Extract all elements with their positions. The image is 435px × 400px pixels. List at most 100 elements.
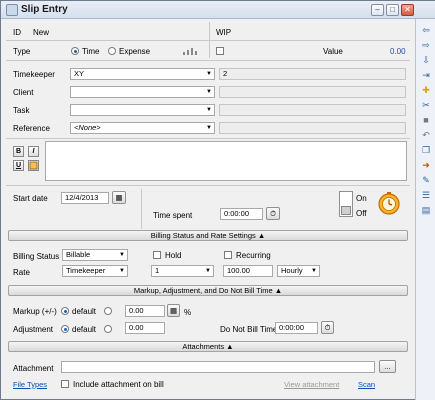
chevron-down-icon: ▼ <box>119 252 125 258</box>
file-types-link[interactable]: File Types <box>13 380 47 389</box>
scan-link[interactable]: Scan <box>358 380 375 389</box>
hold-label: Hold <box>165 251 182 260</box>
markup-default-radio[interactable] <box>61 307 69 315</box>
dnb-label: Do Not Bill Time <box>220 325 278 334</box>
recurring-checkbox[interactable] <box>224 251 232 259</box>
type-expense-label: Expense <box>119 47 151 56</box>
markup-default-label: default <box>72 307 97 316</box>
attachments-section-title: Attachments <box>182 342 225 351</box>
wip-label: WIP <box>216 28 232 37</box>
value-label: Value <box>323 47 343 56</box>
attachment-input[interactable] <box>61 361 375 373</box>
time-spent-input[interactable]: 0:00:00 <box>220 208 263 220</box>
hold-checkbox[interactable] <box>153 251 161 259</box>
adjustment-label: Adjustment <box>13 325 54 334</box>
chart-icon[interactable] <box>181 46 203 56</box>
client-combo[interactable]: ▼ <box>70 86 215 98</box>
reference-name-field <box>219 122 406 134</box>
stop-icon[interactable]: ■ <box>420 115 432 125</box>
task-label: Task <box>13 106 30 115</box>
wip-checkbox[interactable] <box>216 47 224 55</box>
header-divider <box>6 40 410 41</box>
timer-button[interactable]: ⏱ <box>266 207 280 220</box>
rate-amount-input[interactable]: 100.00 <box>223 265 273 277</box>
close-button[interactable]: ✕ <box>401 4 414 16</box>
maximize-button[interactable]: □ <box>386 4 399 16</box>
list-icon[interactable]: ☰ <box>420 190 432 200</box>
next-arrow-icon[interactable]: ⇩ <box>420 55 432 65</box>
adjustment-default-radio[interactable] <box>61 325 69 333</box>
minimize-button[interactable]: ‒ <box>371 4 384 16</box>
edit-icon[interactable]: ✎ <box>420 175 432 185</box>
header-vdivider <box>209 22 210 58</box>
copy-icon[interactable]: ❐ <box>420 145 432 155</box>
app-icon <box>6 4 18 16</box>
on-label: On <box>356 194 367 203</box>
start-date-input[interactable]: 12/4/2013 <box>61 192 109 204</box>
adjustment-default-label: default <box>72 325 97 334</box>
on-off-toggle[interactable] <box>339 191 353 217</box>
id-label: ID <box>13 28 21 37</box>
browse-button[interactable]: ... <box>379 360 396 373</box>
insert-image-button[interactable] <box>28 160 39 171</box>
markup-custom-radio[interactable] <box>104 307 112 315</box>
calendar-button[interactable]: ▦ <box>112 191 126 204</box>
rate-level-select[interactable]: 1 ▼ <box>151 265 214 277</box>
billing-section-header[interactable]: Billing Status and Rate Settings ▲ <box>8 230 408 241</box>
bold-button[interactable]: B <box>13 146 24 157</box>
new-slip-icon[interactable]: ✚ <box>420 85 432 95</box>
save-icon[interactable]: ➜ <box>420 160 432 170</box>
rate-label: Rate <box>13 268 30 277</box>
off-label: Off <box>356 209 367 218</box>
date-vdivider <box>141 189 142 229</box>
billing-section-title: Billing Status and Rate Settings <box>150 231 256 240</box>
type-time-radio[interactable] <box>71 47 79 55</box>
reference-combo[interactable]: <None> ▼ <box>70 122 215 134</box>
undo-icon[interactable]: ↶ <box>420 130 432 140</box>
dnb-input[interactable]: 0:00:00 <box>275 322 318 334</box>
last-arrow-icon[interactable]: ⇥ <box>420 70 432 80</box>
right-toolbar: ⇦ ⇨ ⇩ ⇥ ✚ ✂ ■ ↶ ❐ ➜ ✎ ☰ ▤ <box>415 19 435 400</box>
value-amount: 0.00 <box>390 47 406 56</box>
percent-label: % <box>184 308 192 317</box>
calculator-icon: ▦ <box>169 306 178 315</box>
stopwatch-icon[interactable] <box>377 191 401 215</box>
timekeeper-label: Timekeeper <box>13 70 55 79</box>
type-expense-radio[interactable] <box>108 47 116 55</box>
markup-input[interactable]: 0.00 <box>125 305 165 317</box>
task-name-field <box>219 104 406 116</box>
timekeeper-combo[interactable]: XY ▼ <box>70 68 215 80</box>
split-icon[interactable]: ✂ <box>420 100 432 110</box>
rate-unit-select[interactable]: Hourly ▼ <box>277 265 320 277</box>
markup-calc-button[interactable]: ▦ <box>167 304 180 317</box>
adjustment-input[interactable]: 0.00 <box>125 322 165 334</box>
client-name-field <box>219 86 406 98</box>
underline-button[interactable]: U <box>13 160 24 171</box>
description-textarea[interactable] <box>45 141 407 181</box>
clock-icon: ⏱ <box>324 323 331 332</box>
attachments-section-header[interactable]: Attachments ▲ <box>8 341 408 352</box>
view-attachment-link[interactable]: View attachment <box>284 380 339 389</box>
billing-status-select[interactable]: Billable ▼ <box>62 249 128 261</box>
grid-icon[interactable]: ▤ <box>420 205 432 215</box>
rate-source-value: Timekeeper <box>66 266 106 275</box>
include-attachment-checkbox[interactable] <box>61 380 69 388</box>
markup-section-header[interactable]: Markup, Adjustment, and Do Not Bill Time… <box>8 285 408 296</box>
timekeeper-ref-field: 2 <box>219 68 406 80</box>
forward-arrow-icon[interactable]: ⇨ <box>420 40 432 50</box>
italic-button[interactable]: I <box>28 146 39 157</box>
back-arrow-icon[interactable]: ⇦ <box>420 25 432 35</box>
chevron-down-icon: ▼ <box>206 125 212 131</box>
rate-source-select[interactable]: Timekeeper ▼ <box>62 265 128 277</box>
dnb-timer-button[interactable]: ⏱ <box>321 321 334 334</box>
timekeeper-value: XY <box>74 69 85 78</box>
type-time-label: Time <box>82 47 100 56</box>
fields-divider <box>6 138 410 139</box>
chevron-down-icon: ▼ <box>311 268 317 274</box>
task-combo[interactable]: ▼ <box>70 104 215 116</box>
billing-status-label: Billing Status <box>13 252 60 261</box>
adjustment-custom-radio[interactable] <box>104 325 112 333</box>
window-title: Slip Entry <box>21 4 68 15</box>
recurring-label: Recurring <box>236 251 271 260</box>
desc-divider <box>6 185 410 186</box>
